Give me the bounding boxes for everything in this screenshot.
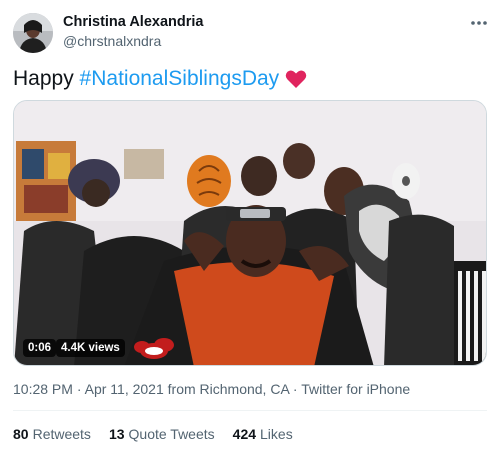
likes-count: 424 bbox=[232, 426, 257, 442]
tweet-time[interactable]: 10:28 PM bbox=[13, 381, 73, 397]
hashtag-link[interactable]: #NationalSiblingsDay bbox=[80, 67, 280, 91]
tweet-text-prefix: Happy bbox=[13, 67, 80, 90]
divider bbox=[13, 410, 487, 411]
quote-tweets-stat[interactable]: 13 Quote Tweets bbox=[109, 426, 215, 442]
engagement-stats: 80 Retweets 13 Quote Tweets 424 Likes bbox=[13, 426, 311, 442]
tweet-client[interactable]: Twitter for iPhone bbox=[301, 381, 410, 397]
retweets-count: 80 bbox=[13, 426, 29, 442]
meta-separator: · bbox=[289, 381, 302, 397]
tweet-meta: 10:28 PM · Apr 11, 2021 from Richmond, C… bbox=[13, 381, 410, 397]
video-player[interactable]: 0:06 4.4K views bbox=[13, 100, 487, 366]
video-duration-badge: 0:06 bbox=[23, 339, 57, 357]
tweet-location[interactable]: Richmond, CA bbox=[200, 381, 289, 397]
video-views-badge: 4.4K views bbox=[56, 339, 125, 357]
quote-tweets-count: 13 bbox=[108, 426, 125, 442]
likes-label: Likes bbox=[260, 426, 293, 442]
more-options-icon[interactable] bbox=[468, 12, 490, 34]
avatar-photo bbox=[13, 13, 53, 53]
author-handle[interactable]: @chrstnalxndra bbox=[63, 33, 161, 49]
likes-stat[interactable]: 424 Likes bbox=[233, 426, 293, 442]
author-display-name[interactable]: Christina Alexandria bbox=[63, 14, 203, 30]
meta-separator: · bbox=[72, 381, 85, 397]
tweet-card: Christina Alexandria @chrstnalxndra Happ… bbox=[0, 0, 500, 461]
tweet-text: Happy #NationalSiblingsDay bbox=[13, 67, 307, 91]
location-prefix: from bbox=[163, 381, 200, 397]
tweet-date[interactable]: Apr 11, 2021 bbox=[85, 381, 164, 397]
video-frame bbox=[14, 101, 486, 365]
author-avatar[interactable] bbox=[13, 13, 53, 53]
retweets-label: Retweets bbox=[32, 426, 91, 442]
quote-tweets-label: Quote Tweets bbox=[128, 426, 215, 442]
retweets-stat[interactable]: 80 Retweets bbox=[13, 426, 91, 442]
red-heart-icon bbox=[285, 69, 307, 89]
